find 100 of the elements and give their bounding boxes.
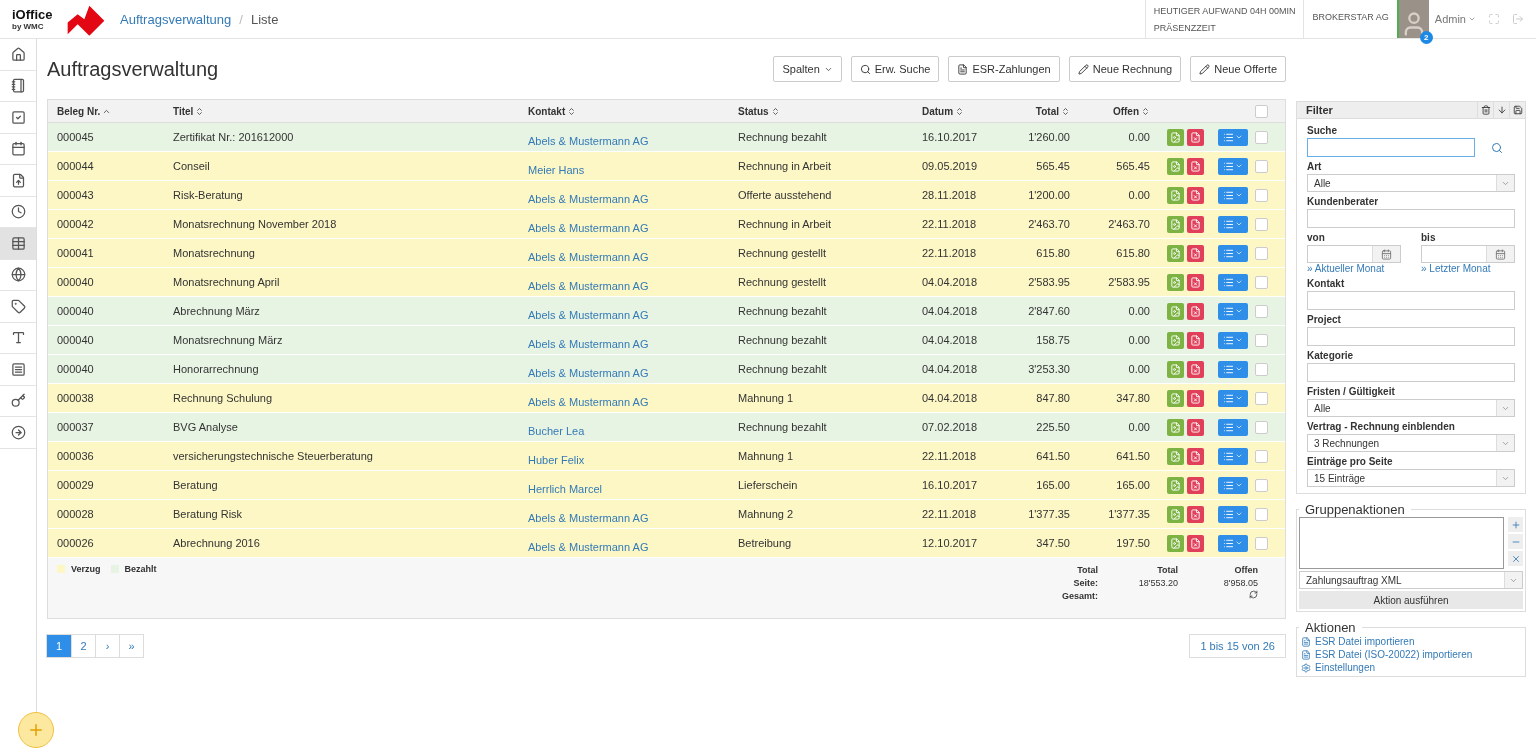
contact-link[interactable]: Herrlich Marcel: [528, 475, 738, 495]
document-button[interactable]: [1167, 505, 1184, 523]
menu-button[interactable]: [1218, 215, 1248, 233]
pdf-button[interactable]: [1187, 331, 1204, 349]
sort-icon[interactable]: [567, 106, 577, 116]
pdf-button[interactable]: [1187, 302, 1204, 320]
pdf-button[interactable]: [1187, 157, 1204, 175]
contact-link[interactable]: Abels & Mustermann AG: [528, 388, 738, 408]
checkbox[interactable]: [1255, 333, 1268, 347]
menu-button[interactable]: [1218, 389, 1248, 407]
pdf-button[interactable]: [1187, 273, 1204, 291]
add-button[interactable]: [1508, 517, 1523, 532]
trash-icon[interactable]: [1480, 105, 1491, 115]
checkbox[interactable]: [1255, 304, 1268, 318]
toolbar-button[interactable]: ESR-Zahlungen: [948, 56, 1060, 82]
column-header[interactable]: Kontakt: [528, 105, 738, 117]
pdf-button[interactable]: [1187, 476, 1204, 494]
avatar[interactable]: [1396, 0, 1429, 38]
contact-link[interactable]: Abels & Mustermann AG: [528, 243, 738, 263]
input-field[interactable]: [1307, 209, 1515, 228]
contact-link[interactable]: Abels & Mustermann AG: [528, 504, 738, 524]
document-button[interactable]: [1167, 186, 1184, 204]
date-link[interactable]: » Letzter Monat: [1421, 263, 1515, 274]
date-field[interactable]: [1421, 245, 1515, 263]
checkbox[interactable]: [1255, 478, 1268, 492]
save-icon[interactable]: [1512, 105, 1523, 115]
menu-button[interactable]: [1218, 157, 1248, 175]
document-button[interactable]: [1167, 128, 1184, 146]
contact-link[interactable]: Abels & Mustermann AG: [528, 127, 738, 147]
page-link[interactable]: 2: [71, 634, 96, 658]
sort-icon[interactable]: [770, 106, 780, 116]
checkbox[interactable]: [1255, 159, 1268, 173]
document-button[interactable]: [1167, 476, 1184, 494]
sort-icon[interactable]: [1061, 106, 1070, 116]
contact-link[interactable]: Huber Felix: [528, 446, 738, 466]
document-button[interactable]: [1167, 331, 1184, 349]
date-link[interactable]: » Aktueller Monat: [1307, 263, 1401, 274]
select-field[interactable]: Alle: [1307, 399, 1515, 417]
pdf-button[interactable]: [1187, 215, 1204, 233]
menu-button[interactable]: [1218, 244, 1248, 262]
select-field[interactable]: Alle: [1307, 174, 1515, 192]
column-header[interactable]: Datum: [922, 105, 1010, 117]
contact-link[interactable]: Abels & Mustermann AG: [528, 533, 738, 553]
clear-button[interactable]: [1508, 551, 1523, 566]
sort-icon[interactable]: [195, 106, 205, 116]
document-button[interactable]: [1167, 389, 1184, 407]
logout-icon[interactable]: [1512, 13, 1524, 25]
contact-link[interactable]: Abels & Mustermann AG: [528, 185, 738, 205]
menu-button[interactable]: [1218, 360, 1248, 378]
menu-button[interactable]: [1218, 534, 1248, 552]
checkbox[interactable]: [1255, 391, 1268, 405]
checkbox[interactable]: [1255, 104, 1268, 118]
toolbar-button[interactable]: Spalten: [773, 56, 842, 82]
pdf-button[interactable]: [1187, 447, 1204, 465]
document-button[interactable]: [1167, 534, 1184, 552]
checkbox[interactable]: [1255, 449, 1268, 463]
pdf-button[interactable]: [1187, 505, 1204, 523]
select-field[interactable]: Zahlungsauftrag XML: [1299, 571, 1523, 589]
date-field[interactable]: [1307, 245, 1401, 263]
refresh-icon[interactable]: [1249, 590, 1258, 599]
pdf-button[interactable]: [1187, 418, 1204, 436]
checkbox[interactable]: [1255, 362, 1268, 376]
sidebar-item[interactable]: [0, 228, 36, 260]
checkbox[interactable]: [1255, 246, 1268, 260]
document-button[interactable]: [1167, 360, 1184, 378]
pdf-button[interactable]: [1187, 360, 1204, 378]
pdf-button[interactable]: [1187, 389, 1204, 407]
pdf-button[interactable]: [1187, 534, 1204, 552]
menu-button[interactable]: [1218, 302, 1248, 320]
input-field[interactable]: [1307, 327, 1515, 346]
contact-link[interactable]: Meier Hans: [528, 156, 738, 176]
document-button[interactable]: [1167, 244, 1184, 262]
search-field[interactable]: [1307, 138, 1475, 157]
menu-button[interactable]: [1218, 418, 1248, 436]
column-header[interactable]: Total: [1010, 105, 1070, 117]
sort-icon[interactable]: [1141, 106, 1150, 116]
document-button[interactable]: [1167, 273, 1184, 291]
contact-link[interactable]: Abels & Mustermann AG: [528, 301, 738, 321]
document-button[interactable]: [1167, 302, 1184, 320]
action-link[interactable]: ESR Datei importieren: [1299, 635, 1523, 648]
fullscreen-icon[interactable]: [1488, 13, 1500, 25]
menu-button[interactable]: [1218, 273, 1248, 291]
input-field[interactable]: [1307, 291, 1515, 310]
action-link[interactable]: ESR Datei (ISO-20022) importieren: [1299, 648, 1523, 661]
arrow-down-icon[interactable]: [1496, 105, 1507, 115]
toolbar-button[interactable]: Neue Rechnung: [1068, 56, 1182, 82]
add-button[interactable]: [18, 712, 54, 748]
document-button[interactable]: [1167, 215, 1184, 233]
document-button[interactable]: [1167, 447, 1184, 465]
action-link[interactable]: Einstellungen: [1299, 661, 1523, 674]
column-header[interactable]: Titel: [173, 105, 528, 117]
menu-button[interactable]: [1218, 476, 1248, 494]
text-area[interactable]: [1299, 517, 1504, 569]
pdf-button[interactable]: [1187, 244, 1204, 262]
menu-button[interactable]: [1218, 331, 1248, 349]
page-link[interactable]: »: [119, 634, 144, 658]
checkbox[interactable]: [1255, 507, 1268, 521]
select-field[interactable]: 3 Rechnungen: [1307, 434, 1515, 452]
checkbox[interactable]: [1255, 188, 1268, 202]
menu-button[interactable]: [1218, 505, 1248, 523]
